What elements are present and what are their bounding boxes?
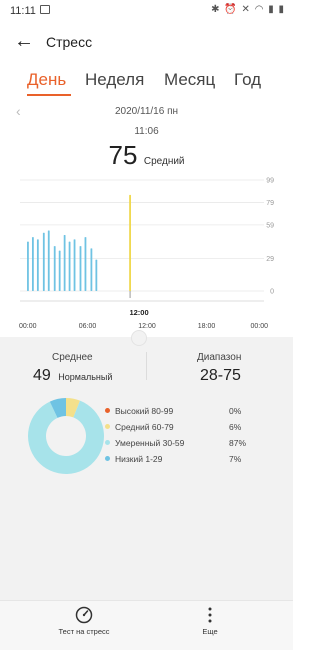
x-tick-label: 06:00 — [79, 323, 97, 330]
y-tick-label: 29 — [266, 256, 274, 263]
stress-bar — [63, 234, 66, 291]
legend-row-low: Низкий 1-29 7% — [105, 452, 285, 468]
legend-label-medium: Средний 60-79 — [115, 422, 174, 432]
legend-label-low: Низкий 1-29 — [115, 454, 163, 464]
stress-bar — [27, 241, 29, 291]
average-number: 49 — [33, 367, 51, 384]
stress-bar — [58, 250, 61, 291]
more-button[interactable]: Еще — [190, 606, 230, 636]
legend-row-moderate: Умеренный 30-59 87% — [105, 436, 285, 452]
range-value: 28-75 — [200, 367, 241, 385]
selected-time: 11:06 — [134, 126, 159, 137]
period-tabs: День Неделя Месяц Год — [0, 66, 293, 100]
stress-bar — [31, 237, 34, 291]
tab-week[interactable]: Неделя — [85, 70, 144, 90]
page-title: Стресс — [46, 34, 93, 50]
legend-row-high: Высокий 80-99 0% — [105, 404, 285, 420]
legend-pct-medium: 6% — [229, 422, 242, 432]
legend-pct-low: 7% — [229, 454, 242, 464]
x-tick-label: 00:00 — [250, 323, 268, 330]
active-tab-underline — [27, 94, 71, 96]
stress-chart[interactable]: 0 29 59 79 99 00:00 06:00 12:00 18:00 00:00 12:00 — [0, 168, 293, 331]
stress-bar — [90, 248, 93, 291]
chart-notch — [131, 330, 147, 346]
range-label: Диапазон — [197, 352, 242, 363]
tab-month[interactable]: Месяц — [164, 70, 215, 90]
date-row: ‹ 2020/11/16 пн — [0, 103, 293, 121]
current-date: 2020/11/16 пн — [114, 106, 179, 117]
stress-bar — [68, 241, 71, 291]
selected-value-row: 75 Средний — [0, 140, 293, 171]
selected-stress-value: 75 — [108, 140, 138, 170]
gauge-icon — [75, 606, 93, 624]
back-arrow-icon[interactable]: ← — [14, 29, 34, 53]
stress-bar — [36, 239, 39, 291]
status-bar: 11:11 ✱ ⏰ ✕ ◠ ▮ ▮ — [0, 0, 293, 24]
selected-stress-level: Средний — [143, 156, 185, 167]
legend-dot-moderate — [105, 440, 110, 445]
x-tick-label: 18:00 — [198, 323, 216, 330]
tab-year[interactable]: Год — [234, 70, 261, 90]
average-value: 49 Нормальный — [33, 367, 112, 385]
stress-bar — [73, 239, 76, 291]
average-level: Нормальный — [58, 372, 113, 382]
y-tick-label: 0 — [270, 289, 274, 296]
app-header: ← Стресс — [0, 24, 293, 60]
selected-bar — [129, 194, 131, 291]
tab-day[interactable]: День — [27, 70, 66, 90]
status-icons: ✱ ⏰ ✕ ◠ ▮ ▮ — [211, 4, 285, 15]
stress-bar — [42, 232, 45, 291]
status-time: 11:11 — [10, 5, 36, 17]
summary-divider — [146, 352, 147, 380]
stress-bar — [47, 230, 50, 291]
x-tick-label: 12:00 — [138, 323, 156, 330]
legend-label-moderate: Умеренный 30-59 — [115, 438, 185, 448]
stress-test-label: Тест на стресс — [58, 627, 110, 636]
stress-bar — [79, 246, 82, 291]
more-vertical-icon — [208, 607, 212, 623]
legend-dot-medium — [105, 424, 110, 429]
bottom-action-bar: Тест на стресс Еще — [0, 600, 293, 650]
legend-pct-moderate: 87% — [229, 438, 247, 448]
legend-pct-high: 0% — [229, 406, 242, 416]
gallery-icon — [40, 5, 50, 14]
stress-bar — [53, 246, 56, 291]
stress-bar — [95, 259, 98, 291]
legend-dot-high — [105, 408, 110, 413]
distribution-donut — [27, 398, 104, 474]
stress-bar — [84, 237, 87, 291]
y-tick-label: 79 — [266, 200, 274, 207]
average-label: Среднее — [52, 352, 93, 363]
x-tick-label: 00:00 — [19, 323, 37, 330]
legend-row-medium: Средний 60-79 6% — [105, 420, 285, 436]
range-number: 28-75 — [200, 367, 241, 384]
y-tick-label: 99 — [266, 178, 274, 185]
legend-label-high: Высокий 80-99 — [115, 406, 174, 416]
legend-dot-low — [105, 456, 110, 461]
stress-test-button[interactable]: Тест на стресс — [48, 606, 120, 636]
distribution-legend: Высокий 80-99 0% Средний 60-79 6% Умерен… — [105, 404, 285, 468]
y-tick-label: 59 — [266, 222, 274, 229]
selected-time-label: 12:00 — [129, 308, 148, 317]
more-label: Еще — [202, 627, 218, 636]
